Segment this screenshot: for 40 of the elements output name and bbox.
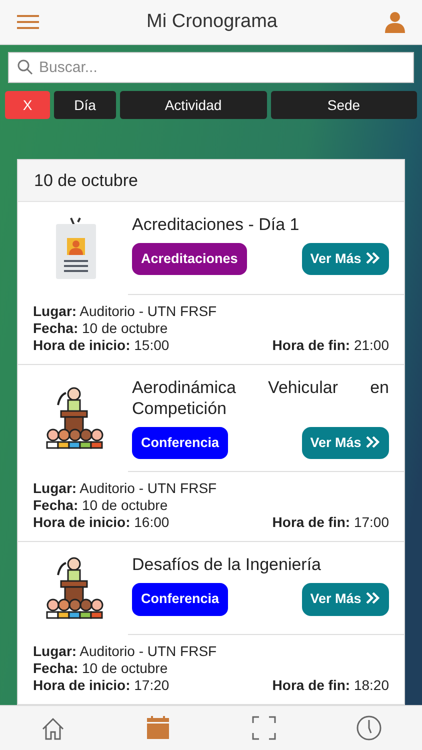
location-text: Lugar: Auditorio - UTN FRSF	[33, 480, 217, 498]
date-text: Fecha: 10 de octubre	[33, 660, 168, 678]
double-chevron-icon	[365, 435, 381, 449]
menu-icon[interactable]	[16, 14, 40, 30]
event-title: Acreditaciones - Día 1	[132, 214, 300, 235]
event-title: Aerodinámica Vehicular en Competición	[132, 377, 389, 419]
page-title: Mi Cronograma	[146, 10, 278, 34]
filter-button[interactable]: Día	[54, 91, 116, 119]
clear-button[interactable]: X	[5, 91, 50, 119]
speaker-podium-icon	[46, 555, 106, 622]
location-text: Lugar: Auditorio - UTN FRSF	[33, 643, 217, 660]
end-time-text: Hora de fin: 21:00	[272, 337, 389, 354]
end-time-text: Hora de fin: 17:00	[272, 514, 389, 532]
category-button[interactable]: Conferencia	[132, 427, 228, 460]
see-more-button[interactable]: Ver Más	[302, 583, 389, 616]
filter-button[interactable]: Sede	[270, 91, 417, 119]
double-chevron-icon	[365, 591, 381, 606]
id-badge-icon	[54, 217, 98, 279]
home-icon[interactable]	[40, 715, 66, 741]
see-more-button[interactable]: Ver Más	[302, 427, 389, 460]
date-text: Fecha: 10 de octubre	[33, 320, 168, 337]
speaker-podium-icon	[46, 385, 106, 452]
category-button[interactable]: Conferencia	[132, 583, 228, 616]
end-time-text: Hora de fin: 18:20	[272, 677, 389, 694]
calendar-icon[interactable]	[145, 715, 172, 741]
category-button[interactable]: Acreditaciones	[132, 243, 247, 276]
date-heading: 10 de octubre	[18, 160, 404, 202]
location-text: Lugar: Auditorio - UTN FRSF	[33, 303, 217, 320]
scan-frame-icon[interactable]	[250, 715, 277, 741]
clock-icon[interactable]	[356, 715, 382, 741]
start-time-text: Hora de inicio: 17:20	[33, 677, 170, 694]
event-title: Desafíos de la Ingeniería	[132, 554, 322, 576]
start-time-text: Hora de inicio: 15:00	[33, 337, 170, 354]
start-time-text: Hora de inicio: 16:00	[33, 514, 170, 532]
user-icon[interactable]	[384, 11, 406, 33]
filter-button[interactable]: Actividad	[120, 91, 266, 119]
double-chevron-icon	[365, 251, 381, 265]
search-field[interactable]: Buscar...	[8, 52, 414, 83]
date-text: Fecha: 10 de octubre	[33, 497, 168, 514]
see-more-button[interactable]: Ver Más	[302, 243, 389, 276]
